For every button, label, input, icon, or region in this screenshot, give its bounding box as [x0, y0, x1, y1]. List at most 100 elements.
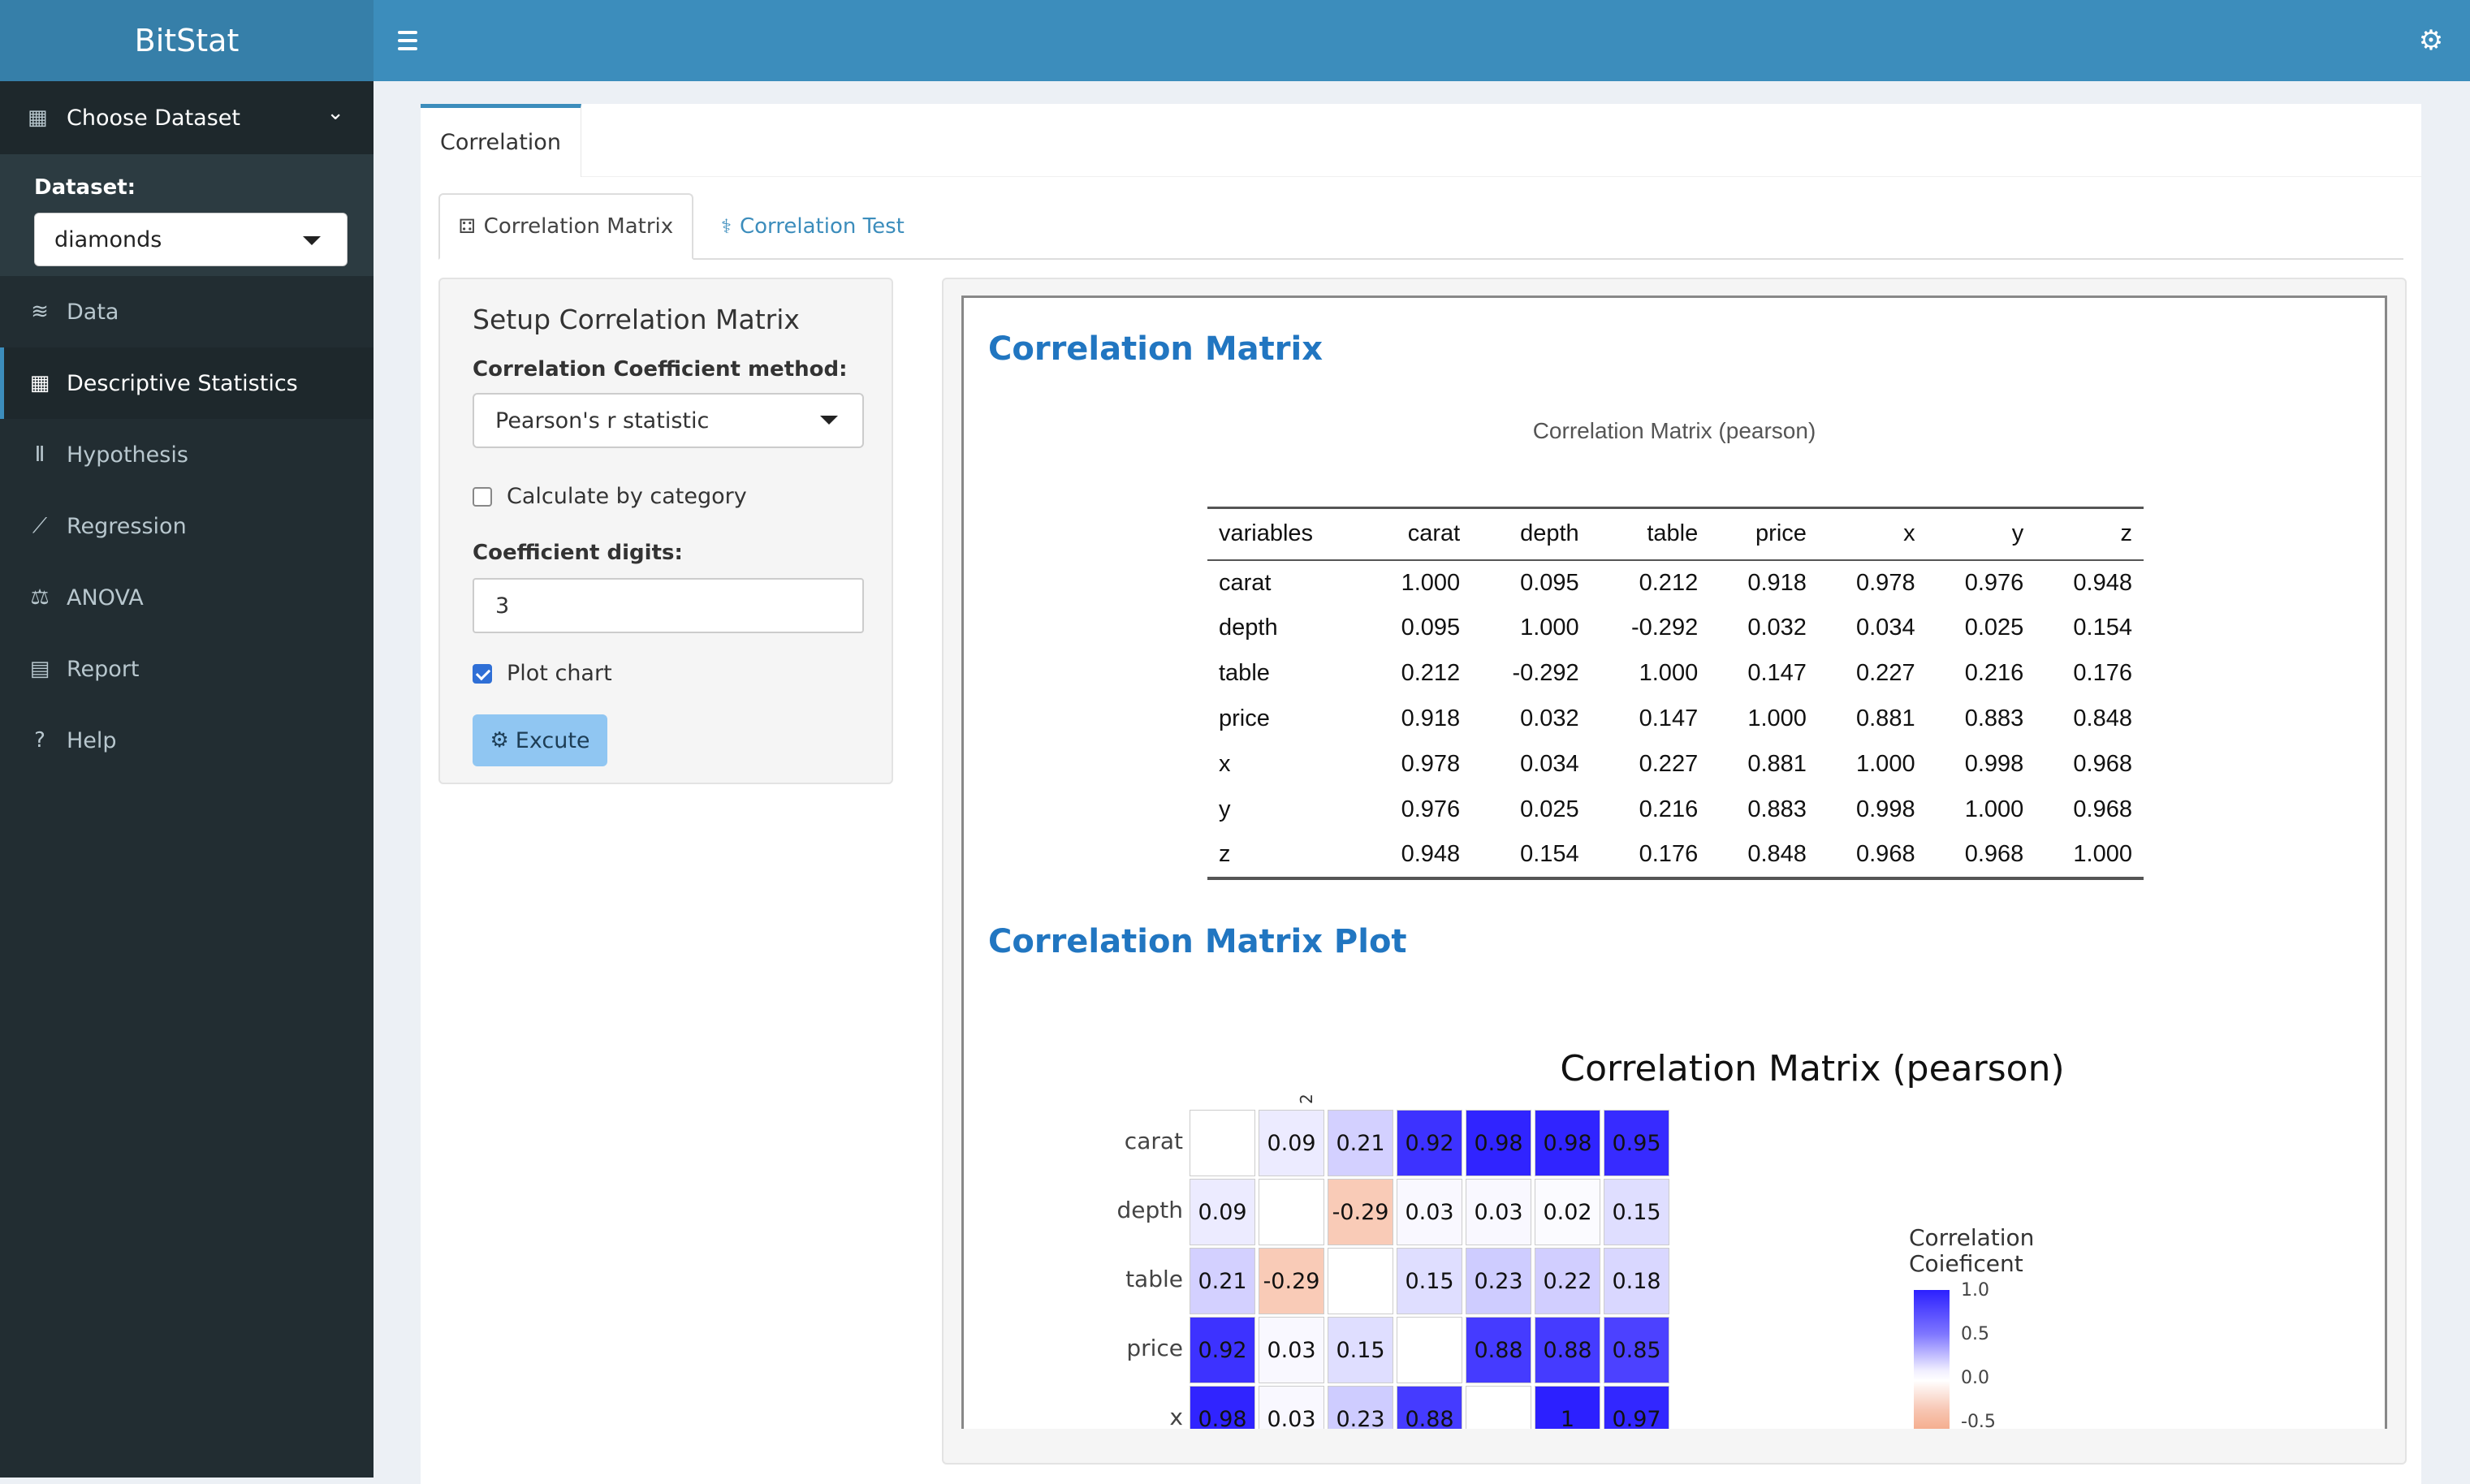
table-cell: 1.000	[1747, 705, 1807, 731]
stethoscope-icon: ⚕	[721, 215, 732, 238]
tab-correlation-label: Correlation	[440, 130, 561, 155]
col-header: z	[2035, 507, 2144, 561]
col-header: price	[1709, 507, 1818, 561]
table-cell: 0.918	[1401, 705, 1461, 731]
sidebar-item-regression[interactable]: ⟋ Regression	[0, 490, 374, 562]
heatmap-cell: -0.29	[1259, 1248, 1324, 1314]
table-cell: 0.998	[1964, 751, 2024, 777]
table-cell: 0.154	[2073, 615, 2132, 641]
dataset-select[interactable]: diamonds	[34, 213, 348, 266]
choose-dataset-header[interactable]: ▦ Choose Dataset ⌄	[0, 81, 374, 154]
tab-correlation-matrix-label: Correlation Matrix	[483, 214, 674, 239]
col-header: variables	[1207, 507, 1363, 561]
by-category-label: Calculate by category	[507, 484, 747, 509]
sidebar-item-report[interactable]: ▤ Report	[0, 633, 374, 705]
tab-correlation-matrix[interactable]: ⚃ Correlation Matrix	[438, 193, 693, 260]
plot-heading: Correlation Matrix Plot	[988, 923, 1407, 960]
gears-icon[interactable]: ⚙	[2415, 24, 2447, 57]
table-cell: 0.212	[1401, 660, 1461, 686]
sidebar-item-label: Help	[67, 727, 117, 753]
table-cell: 0.034	[1856, 615, 1915, 641]
table-cell: 0.227	[1639, 751, 1699, 777]
sidebar-item-label: Descriptive Statistics	[67, 370, 298, 396]
execute-button[interactable]: ⚙ Excute	[473, 714, 607, 766]
heatmap-cell: 0.23	[1466, 1248, 1531, 1314]
table-cell: 0.881	[1747, 751, 1807, 777]
table-cell: 0.976	[1401, 796, 1461, 822]
setup-title: Setup Correlation Matrix	[473, 304, 800, 335]
tab-correlation[interactable]: Correlation	[421, 104, 581, 177]
plot-title: Correlation Matrix (pearson)	[1560, 1048, 2065, 1089]
legend-title-line-2: Coieficent	[1909, 1250, 2023, 1277]
table-cell: 1.000	[1520, 615, 1579, 641]
plot-chart-checkbox[interactable]: Plot chart	[473, 661, 612, 686]
table-cell: 0.883	[1747, 796, 1807, 822]
correlation-table: variables carat depth table price x y z …	[1207, 507, 2144, 880]
heatmap-cell: 0.88	[1535, 1317, 1600, 1383]
table-cell: 0.034	[1520, 751, 1579, 777]
by-category-checkbox[interactable]: Calculate by category	[473, 484, 747, 509]
table-cell: 0.968	[1856, 841, 1915, 867]
table-cell: 0.968	[2073, 796, 2132, 822]
sidebar-item-label: ANOVA	[67, 585, 144, 610]
row-label: price	[1219, 705, 1270, 731]
cubes-icon: ⚃	[458, 215, 476, 238]
table-cell: 0.176	[1639, 841, 1699, 867]
table-cell: 0.848	[1747, 841, 1807, 867]
row-label: x	[1219, 751, 1231, 777]
sidebar-item-label: Regression	[67, 513, 187, 539]
table-row: y 0.976 0.025 0.216 0.883 0.998 1.000 0.968	[1207, 787, 2144, 833]
sidebar-item-descriptive-statistics[interactable]: ▦ Descriptive Statistics	[0, 347, 374, 419]
plot-chart-label: Plot chart	[507, 661, 612, 686]
sidebar-item-anova[interactable]: ⚖ ANOVA	[0, 562, 374, 633]
table-cell: 0.025	[1964, 615, 2024, 641]
method-select[interactable]: Pearson's r statistic	[473, 393, 864, 448]
checkbox-unchecked-icon[interactable]	[473, 486, 492, 507]
table-cell: 0.216	[1964, 660, 2024, 686]
heatmap-cell: 0.23	[1328, 1386, 1393, 1429]
digits-input[interactable]: 3	[473, 578, 864, 633]
tab-correlation-test[interactable]: ⚕ Correlation Test	[721, 193, 905, 260]
heatmap-cell: 1	[1535, 1386, 1600, 1429]
heatmap-cell	[1466, 1386, 1531, 1429]
table-cell: 0.978	[1856, 569, 1915, 596]
dataset-section: ▦ Choose Dataset ⌄ Dataset: diamonds	[0, 81, 374, 276]
legend-tick: 1.0	[1961, 1280, 1989, 1301]
heatmap-cell	[1259, 1179, 1324, 1245]
table-cell: -0.292	[1512, 660, 1579, 686]
legend-title-line-1: Correlation	[1909, 1224, 2035, 1251]
checkbox-checked-icon[interactable]	[473, 663, 492, 684]
row-label: z	[1219, 841, 1231, 867]
caret-down-icon	[303, 236, 321, 245]
table-cell: 1.000	[2073, 841, 2132, 867]
heatmap-cell: 0.85	[1604, 1317, 1669, 1383]
sidebar-item-hypothesis[interactable]: Ⅱ Hypothesis	[0, 419, 374, 490]
col-header: y	[1926, 507, 2036, 561]
heatmap-cell: 0.92	[1397, 1110, 1462, 1176]
table-cell: 0.881	[1856, 705, 1915, 731]
digits-label: Coefficient digits:	[473, 541, 683, 565]
heatmap-cell: 0.95	[1604, 1110, 1669, 1176]
matrix-heading: Correlation Matrix	[988, 330, 1323, 368]
row-label: carat	[1219, 569, 1272, 596]
sidebar-item-help[interactable]: ? Help	[0, 705, 374, 776]
sidebar-item-label: Data	[67, 299, 119, 325]
table-header-row: variables carat depth table price x y z	[1207, 507, 2144, 561]
heatmap-cell: 0.09	[1259, 1110, 1324, 1176]
sidebar-item-label: Report	[67, 656, 140, 682]
row-label: y	[1219, 796, 1231, 822]
output-frame[interactable]: Correlation Matrix Correlation Matrix (p…	[961, 296, 2387, 1429]
legend-tick: 0.0	[1961, 1368, 1989, 1388]
heatmap-cell: 0.09	[1190, 1179, 1255, 1245]
table-cell: 1.000	[1964, 796, 2024, 822]
sidebar-toggle-icon[interactable]	[398, 26, 417, 55]
legend-title: Correlation Coieficent	[1909, 1225, 2034, 1277]
sidebar-item-data[interactable]: ≋ Data	[0, 276, 374, 347]
plot-row-label: depth	[1116, 1197, 1184, 1223]
table-icon: ▦	[28, 106, 48, 130]
plot-row-label: x	[1169, 1404, 1183, 1429]
table-cell: 0.095	[1520, 569, 1579, 596]
flask-icon: Ⅱ	[34, 442, 45, 467]
sidebar-menu: ≋ Data ▦ Descriptive Statistics Ⅱ Hypoth…	[0, 276, 374, 776]
table-cell: 0.032	[1520, 705, 1579, 731]
